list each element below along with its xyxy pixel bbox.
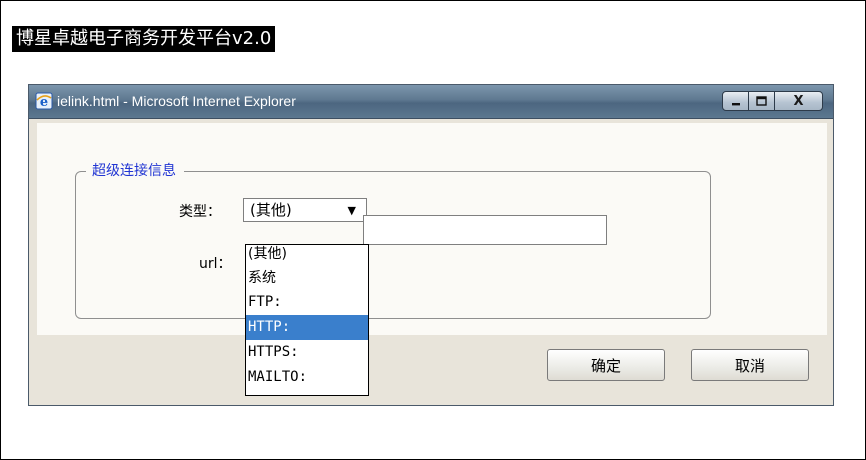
- dropdown-option-mailto[interactable]: MAILTO:: [246, 365, 368, 390]
- chevron-down-icon: ▼: [347, 204, 356, 217]
- dropdown-option-ftp[interactable]: FTP:: [246, 290, 368, 315]
- url-label: url：: [199, 256, 232, 272]
- minimize-icon: [731, 103, 740, 106]
- dropdown-option-https[interactable]: HTTPS:: [246, 340, 368, 365]
- maximize-button[interactable]: [749, 91, 775, 111]
- type-label: 类型：: [179, 204, 221, 220]
- ie-logo-icon: e: [35, 92, 53, 110]
- link-info-fieldset: 超级连接信息: [75, 162, 711, 319]
- dropdown-option-system[interactable]: 系统: [246, 267, 368, 290]
- type-select[interactable]: (其他) ▼: [243, 198, 367, 222]
- ok-button[interactable]: 确定: [547, 349, 665, 381]
- app-title: 博星卓越电子商务开发平台v2.0: [12, 26, 276, 52]
- url-input[interactable]: [363, 215, 607, 245]
- cancel-button[interactable]: 取消: [691, 349, 809, 381]
- dropdown-option-other[interactable]: (其他): [246, 245, 368, 267]
- close-button[interactable]: X: [775, 91, 823, 111]
- type-dropdown-list: (其他) 系统 FTP: HTTP: HTTPS: MAILTO:: [245, 244, 369, 396]
- dropdown-option-http[interactable]: HTTP:: [246, 315, 368, 340]
- type-select-value: (其他): [250, 201, 292, 219]
- ie-window: e ielink.html - Microsoft Internet Explo…: [28, 84, 834, 406]
- close-icon: X: [793, 93, 804, 109]
- window-controls: X: [722, 91, 823, 111]
- minimize-button[interactable]: [722, 91, 749, 111]
- maximize-icon: [756, 96, 767, 106]
- window-titlebar[interactable]: e ielink.html - Microsoft Internet Explo…: [29, 85, 833, 119]
- window-title: ielink.html - Microsoft Internet Explore…: [57, 93, 296, 109]
- fieldset-legend: 超级连接信息: [86, 162, 184, 180]
